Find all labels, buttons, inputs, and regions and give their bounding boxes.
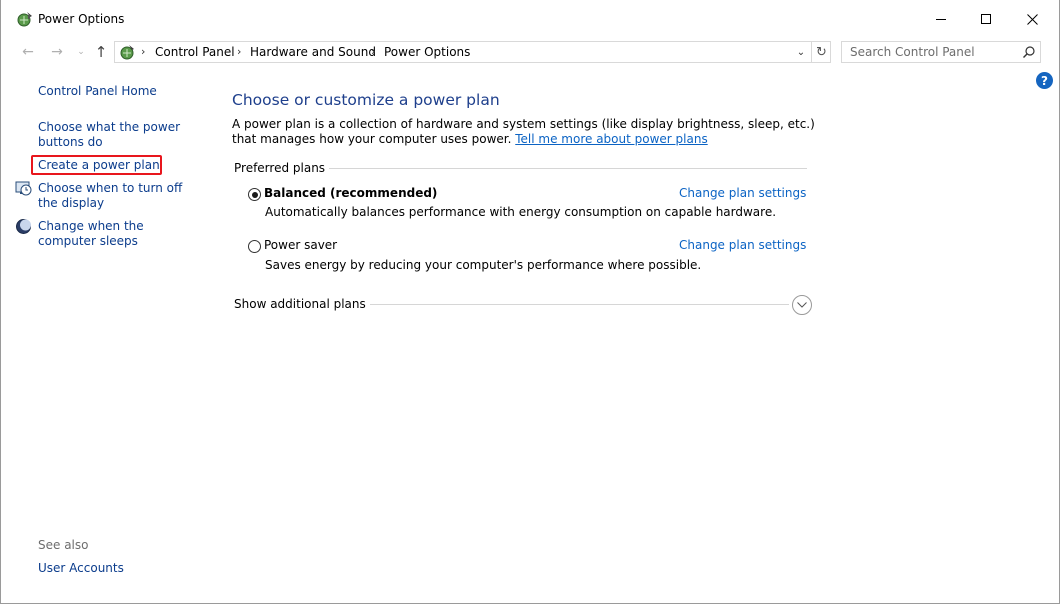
balanced-plan-name[interactable]: Balanced (recommended) <box>264 186 437 200</box>
expand-additional-plans-button[interactable] <box>792 295 812 315</box>
sidebar-item-create-power-plan[interactable]: Create a power plan <box>38 158 198 173</box>
up-arrow-icon: ↑ <box>94 43 108 61</box>
address-dropdown-button[interactable]: ⌄ <box>792 43 810 61</box>
sidebar-item-control-panel-home[interactable]: Control Panel Home <box>38 84 198 99</box>
help-icon[interactable]: ? <box>1036 72 1053 89</box>
minimize-icon <box>936 18 946 20</box>
search-icon <box>1023 46 1035 58</box>
balanced-plan-radio[interactable] <box>248 188 261 201</box>
close-button[interactable] <box>1009 0 1055 38</box>
back-arrow-icon: ← <box>22 44 34 60</box>
chevron-down-icon: ⌄ <box>77 47 85 57</box>
refresh-button[interactable]: ↻ <box>811 42 831 62</box>
power-saver-plan-name[interactable]: Power saver <box>264 238 337 252</box>
window-title: Power Options <box>38 12 125 26</box>
chevron-down-icon: ⌄ <box>796 46 806 58</box>
minimize-button[interactable] <box>918 0 964 38</box>
learn-more-link[interactable]: Tell me more about power plans <box>515 132 707 146</box>
control-panel-icon <box>120 45 134 60</box>
balanced-change-settings-link[interactable]: Change plan settings <box>679 186 806 200</box>
help-glyph: ? <box>1041 73 1048 88</box>
show-additional-plans-heading[interactable]: Show additional plans <box>234 297 370 311</box>
sidebar-item-power-buttons[interactable]: Choose what the power buttons do <box>38 120 198 150</box>
forward-arrow-icon: → <box>51 44 63 60</box>
breadcrumb-control-panel[interactable]: Control Panel <box>155 45 235 59</box>
maximize-icon <box>981 14 991 24</box>
close-icon <box>1026 13 1038 25</box>
preferred-plans-heading: Preferred plans <box>234 161 330 175</box>
breadcrumb-separator: › <box>371 45 376 58</box>
breadcrumb-separator: › <box>141 45 146 58</box>
see-also-heading: See also <box>38 538 89 552</box>
up-button[interactable]: ↑ <box>91 42 111 62</box>
title-bar: Power Options <box>1 0 1059 38</box>
preferred-plans-divider <box>317 168 807 169</box>
breadcrumb-power-options[interactable]: Power Options <box>384 45 470 59</box>
sidebar-item-turn-off-display[interactable]: Choose when to turn off the display <box>38 181 198 211</box>
power-options-window: Power Options ← → ⌄ ↑ › Control Panel › … <box>0 0 1060 604</box>
address-bar[interactable]: › Control Panel › Hardware and Sound › P… <box>114 41 831 63</box>
recent-locations-button[interactable]: ⌄ <box>71 42 91 62</box>
back-button[interactable]: ← <box>18 42 38 62</box>
balanced-plan-description: Automatically balances performance with … <box>265 205 777 219</box>
user-accounts-link[interactable]: User Accounts <box>38 561 124 575</box>
page-title: Choose or customize a power plan <box>232 91 500 109</box>
page-description: A power plan is a collection of hardware… <box>232 117 832 147</box>
refresh-icon: ↻ <box>816 44 827 60</box>
breadcrumb-separator: › <box>237 45 242 58</box>
maximize-button[interactable] <box>963 0 1009 38</box>
power-saver-change-settings-link[interactable]: Change plan settings <box>679 238 806 252</box>
chevron-down-icon <box>797 302 807 308</box>
power-saver-plan-radio[interactable] <box>248 240 261 253</box>
additional-plans-divider <box>357 304 789 305</box>
search-box[interactable] <box>841 41 1041 63</box>
sleep-moon-icon <box>16 219 31 234</box>
search-input[interactable] <box>842 42 1017 62</box>
sidebar-item-computer-sleeps[interactable]: Change when the computer sleeps <box>38 219 198 249</box>
power-options-app-icon <box>17 12 32 27</box>
forward-button[interactable]: → <box>47 42 67 62</box>
display-clock-icon <box>15 181 32 196</box>
power-saver-plan-description: Saves energy by reducing your computer's… <box>265 258 702 272</box>
breadcrumb-hardware-and-sound[interactable]: Hardware and Sound <box>250 45 376 59</box>
